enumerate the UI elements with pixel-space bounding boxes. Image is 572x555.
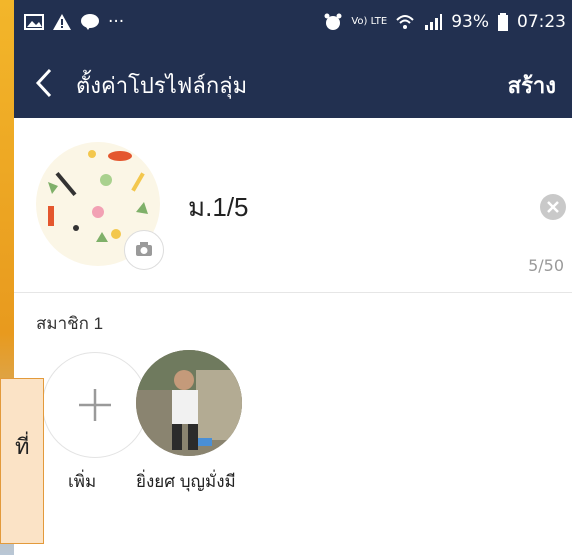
wifi-icon	[396, 15, 414, 29]
line-app-icon	[81, 14, 99, 30]
more-notifications: ···	[108, 12, 125, 32]
app-header: ตั้งค่าโปรไฟล์กลุ่ม สร้าง	[14, 46, 572, 118]
battery-percent: 93%	[451, 12, 489, 32]
change-photo-button[interactable]	[124, 230, 164, 270]
callout-text: ที่	[15, 434, 30, 459]
camera-icon	[136, 242, 152, 256]
back-chevron-icon[interactable]	[30, 66, 60, 100]
phone-screen: ··· Vo) LTE 93% 07:23 ตั้งค่าโปรไฟล์กลุ่…	[14, 0, 572, 555]
add-member-label: เพิ่ม	[68, 472, 97, 491]
group-name-input[interactable]	[186, 188, 520, 226]
status-bar: ··· Vo) LTE 93% 07:23	[14, 0, 572, 46]
slide-callout-box: ที่	[0, 378, 44, 544]
status-bar-left: ···	[24, 12, 124, 32]
status-bar-right: Vo) LTE 93% 07:23	[323, 12, 566, 32]
plus-icon	[79, 389, 111, 421]
members-count-label: สมาชิก 1	[36, 314, 104, 333]
page-title: ตั้งค่าโปรไฟล์กลุ่ม	[76, 73, 248, 98]
character-count: 5/50	[528, 256, 564, 275]
add-member-button[interactable]	[42, 352, 148, 458]
signal-icon	[425, 14, 443, 30]
group-profile-section: 5/50	[14, 118, 572, 293]
member-photo	[136, 350, 242, 456]
volte-indicator: Vo) LTE	[351, 16, 388, 27]
gallery-icon	[24, 14, 44, 30]
alarm-icon	[324, 13, 342, 30]
member-name: ยิ่งยศ บุญมั่งมี	[136, 472, 236, 491]
member-avatar[interactable]	[136, 350, 242, 456]
clear-name-button[interactable]	[540, 194, 566, 220]
clock: 07:23	[517, 12, 566, 32]
warning-icon	[53, 14, 71, 30]
create-button[interactable]: สร้าง	[508, 68, 556, 103]
close-icon	[547, 201, 559, 213]
battery-icon	[498, 13, 508, 31]
